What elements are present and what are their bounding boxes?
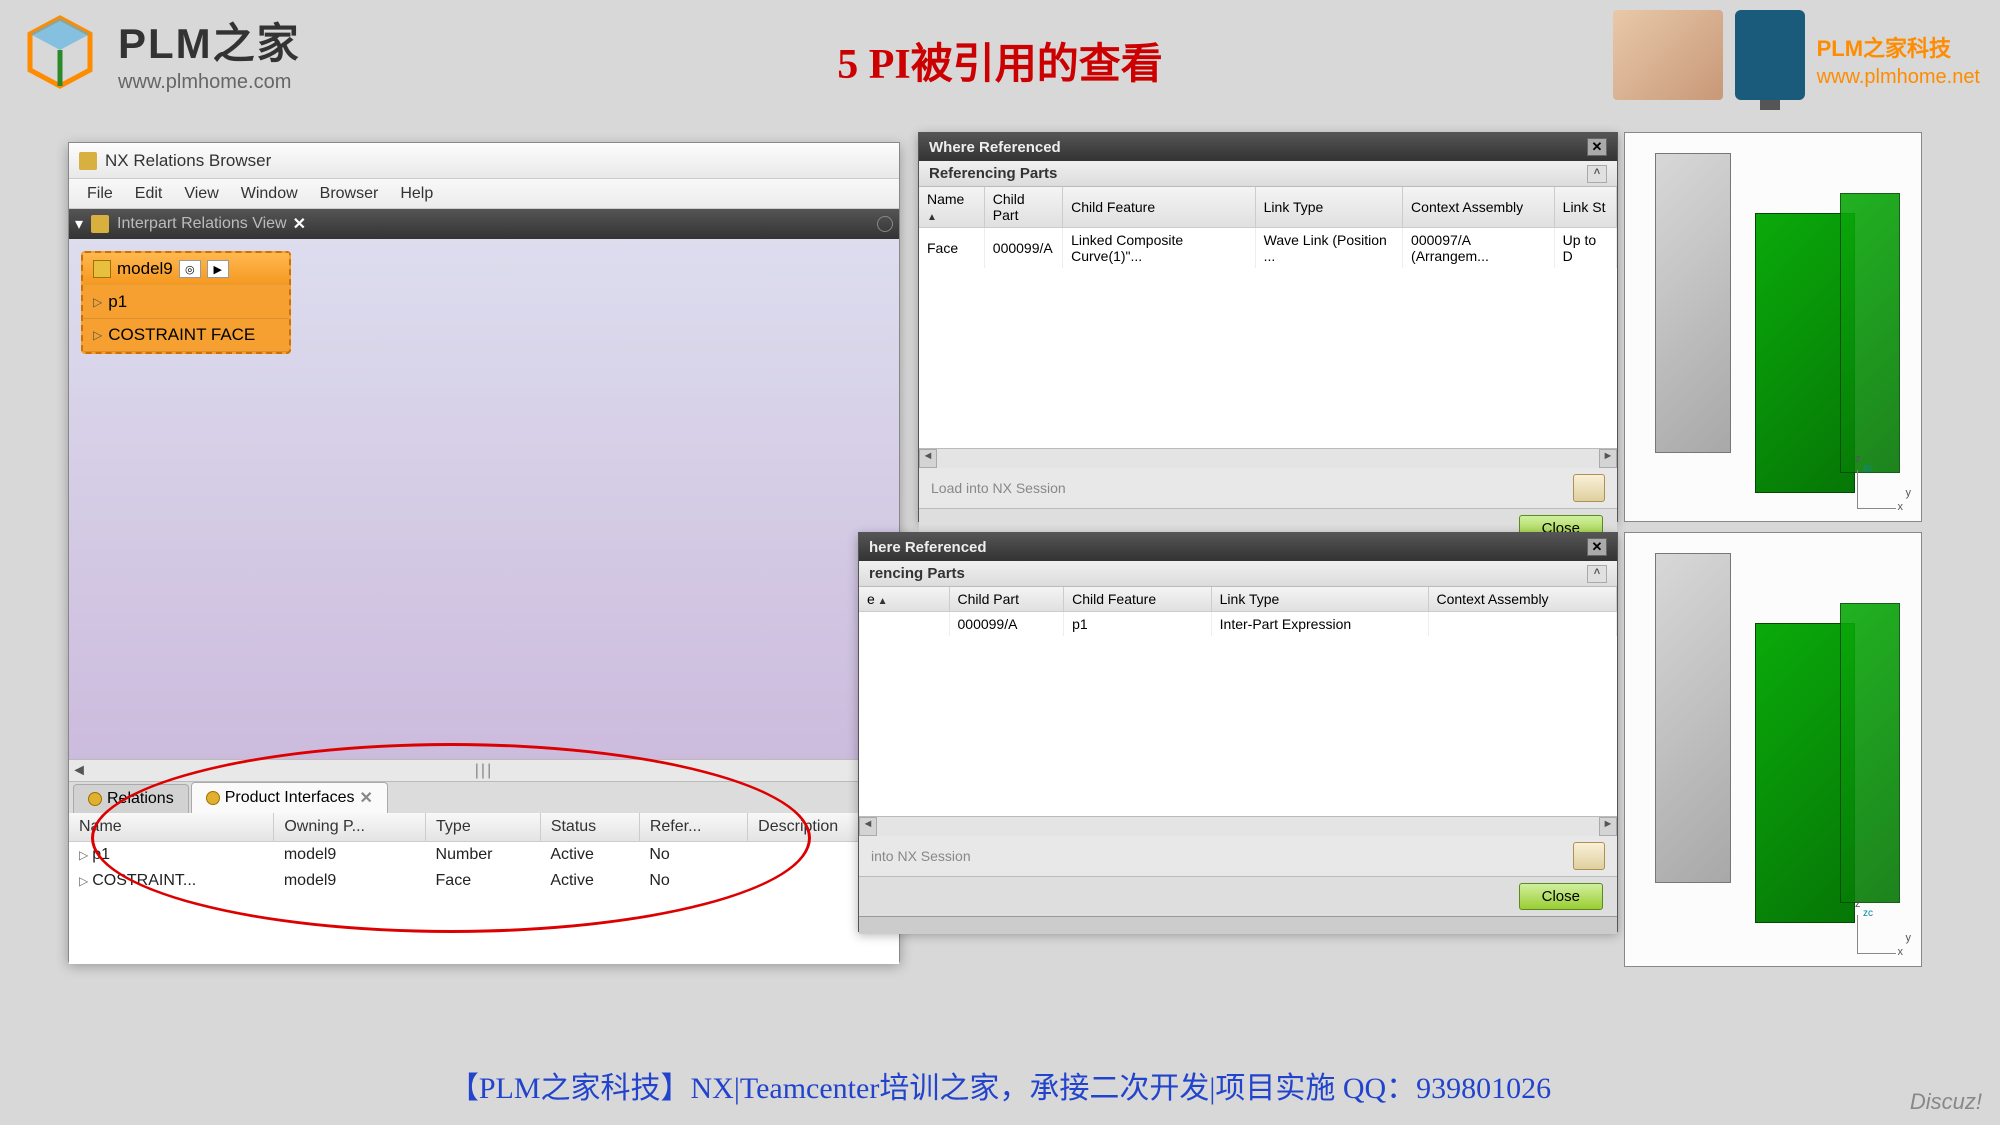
col-name[interactable]: Name bbox=[69, 813, 274, 842]
bottom-tabs: Relations Product Interfaces✕ bbox=[69, 781, 899, 813]
tree-btn-1[interactable]: ◎ bbox=[179, 260, 201, 278]
tree-item-p1[interactable]: ▷p1 bbox=[83, 286, 289, 319]
watermark: Discuz! bbox=[1910, 1089, 1982, 1115]
panel2-section[interactable]: rencing Parts˄ bbox=[859, 561, 1617, 587]
link-icon bbox=[88, 792, 102, 806]
toolbar-icon bbox=[91, 215, 109, 233]
tab-product-interfaces[interactable]: Product Interfaces✕ bbox=[191, 782, 388, 813]
menu-view[interactable]: View bbox=[174, 183, 228, 205]
load-label: into NX Session bbox=[871, 848, 971, 864]
panel1-titlebar[interactable]: Where Referenced ✕ bbox=[919, 133, 1617, 161]
interpart-tree: model9 ◎ ▶ ▷p1 ▷COSTRAINT FACE bbox=[81, 251, 291, 354]
gray-block bbox=[1655, 553, 1731, 883]
h-scrollbar[interactable]: ◄|||► bbox=[69, 759, 899, 781]
col-childfeat[interactable]: Child Feature bbox=[1064, 587, 1212, 612]
3d-viewport-1[interactable]: zzcyx bbox=[1624, 132, 1922, 522]
folder-icon[interactable] bbox=[1573, 842, 1605, 870]
axis-triad-icon: zzcyx bbox=[1857, 902, 1909, 954]
table-row[interactable]: 000099/A p1 Inter-Part Expression bbox=[859, 612, 1617, 637]
tree-item-constraint[interactable]: ▷COSTRAINT FACE bbox=[83, 319, 289, 352]
close-icon[interactable]: ✕ bbox=[1587, 538, 1607, 556]
h-scrollbar[interactable]: ◄► bbox=[919, 448, 1617, 468]
col-linktype[interactable]: Link Type bbox=[1255, 187, 1402, 228]
where-referenced-panel-1: Where Referenced ✕ Referencing Parts˄ Na… bbox=[918, 132, 1618, 522]
tree-root[interactable]: model9 ◎ ▶ bbox=[83, 253, 289, 286]
gray-block bbox=[1655, 153, 1731, 453]
close-button[interactable]: Close bbox=[1519, 883, 1603, 910]
col-linktype[interactable]: Link Type bbox=[1211, 587, 1428, 612]
panel1-section[interactable]: Referencing Parts˄ bbox=[919, 161, 1617, 187]
nx-relations-browser-window: NX Relations Browser File Edit View Wind… bbox=[68, 142, 900, 962]
header-left-logo: PLM之家 www.plmhome.com bbox=[20, 10, 301, 94]
footer-text: 【PLM之家科技】NX|Teamcenter培训之家，承接二次开发|项目实施 Q… bbox=[0, 1063, 2000, 1107]
col-context[interactable]: Context Assembly bbox=[1403, 187, 1555, 228]
3d-viewport-2[interactable]: zzcyx bbox=[1624, 532, 1922, 967]
col-refer[interactable]: Refer... bbox=[639, 813, 747, 842]
menu-help[interactable]: Help bbox=[390, 183, 443, 205]
col-name[interactable]: Name bbox=[919, 187, 984, 228]
where-referenced-panel-2: here Referenced ✕ rencing Parts˄ e Child… bbox=[858, 532, 1618, 932]
right-logo-url: www.plmhome.net bbox=[1817, 66, 1980, 89]
col-childpart[interactable]: Child Part bbox=[984, 187, 1062, 228]
chevron-up-icon[interactable]: ˄ bbox=[1587, 565, 1607, 583]
toolbar-right-icon[interactable] bbox=[877, 216, 893, 232]
logo-title: PLM之家 bbox=[118, 10, 301, 71]
col-status[interactable]: Status bbox=[540, 813, 639, 842]
part-icon bbox=[93, 260, 111, 278]
menu-edit[interactable]: Edit bbox=[125, 183, 173, 205]
col-owning[interactable]: Owning P... bbox=[274, 813, 426, 842]
folder-icon[interactable] bbox=[1573, 474, 1605, 502]
panel2-titlebar[interactable]: here Referenced ✕ bbox=[859, 533, 1617, 561]
slide-title: 5 PI被引用的查看 bbox=[837, 30, 1163, 91]
col-context[interactable]: Context Assembly bbox=[1428, 587, 1617, 612]
col-childpart[interactable]: Child Part bbox=[949, 587, 1064, 612]
table-row[interactable]: ▷p1 model9 Number Active No bbox=[69, 842, 899, 869]
col-type[interactable]: Type bbox=[426, 813, 541, 842]
col-childfeat[interactable]: Child Feature bbox=[1063, 187, 1256, 228]
close-icon[interactable]: ✕ bbox=[1587, 138, 1607, 156]
h-scrollbar[interactable]: ◄► bbox=[859, 816, 1617, 836]
tree-btn-2[interactable]: ▶ bbox=[207, 260, 229, 278]
pi-table: Name Owning P... Type Status Refer... De… bbox=[69, 813, 899, 964]
pi-icon bbox=[206, 791, 220, 805]
right-logo-title: PLM之家科技 bbox=[1817, 21, 1980, 66]
load-session-row: Load into NX Session bbox=[919, 468, 1617, 508]
interpart-toolbar: ▾ Interpart Relations View ✕ bbox=[69, 209, 899, 239]
chevron-up-icon[interactable]: ˄ bbox=[1587, 165, 1607, 183]
app-icon bbox=[79, 152, 97, 170]
menu-window[interactable]: Window bbox=[231, 183, 308, 205]
load-session-row: into NX Session bbox=[859, 836, 1617, 876]
axis-triad-icon: zzcyx bbox=[1857, 457, 1909, 509]
tab-relations[interactable]: Relations bbox=[73, 784, 189, 813]
toolbar-label: Interpart Relations View bbox=[117, 215, 287, 233]
logo-url: www.plmhome.com bbox=[118, 71, 301, 94]
col-name[interactable]: e bbox=[859, 587, 949, 612]
window-titlebar[interactable]: NX Relations Browser bbox=[69, 143, 899, 179]
table-row[interactable]: ▷COSTRAINT... model9 Face Active No bbox=[69, 868, 899, 894]
window-title: NX Relations Browser bbox=[105, 151, 271, 171]
green-block-2 bbox=[1840, 193, 1900, 473]
table-row[interactable]: Face 000099/A Linked Composite Curve(1)"… bbox=[919, 228, 1617, 269]
load-label: Load into NX Session bbox=[931, 480, 1066, 496]
header-right-logo: PLM之家科技 www.plmhome.net bbox=[1613, 10, 1980, 100]
menu-browser[interactable]: Browser bbox=[310, 183, 389, 205]
close-icon[interactable]: ✕ bbox=[360, 788, 373, 808]
menu-file[interactable]: File bbox=[77, 183, 123, 205]
green-block-2 bbox=[1840, 603, 1900, 903]
logo-cube-icon bbox=[20, 12, 100, 92]
menubar: File Edit View Window Browser Help bbox=[69, 179, 899, 209]
toolbar-close-icon[interactable]: ✕ bbox=[293, 214, 306, 234]
col-linkst[interactable]: Link St bbox=[1554, 187, 1616, 228]
table-empty-area bbox=[859, 636, 1617, 816]
table-empty-area bbox=[919, 268, 1617, 448]
tree-body: model9 ◎ ▶ ▷p1 ▷COSTRAINT FACE bbox=[69, 239, 899, 759]
monitor-icon bbox=[1735, 10, 1805, 100]
handshake-image bbox=[1613, 10, 1723, 100]
